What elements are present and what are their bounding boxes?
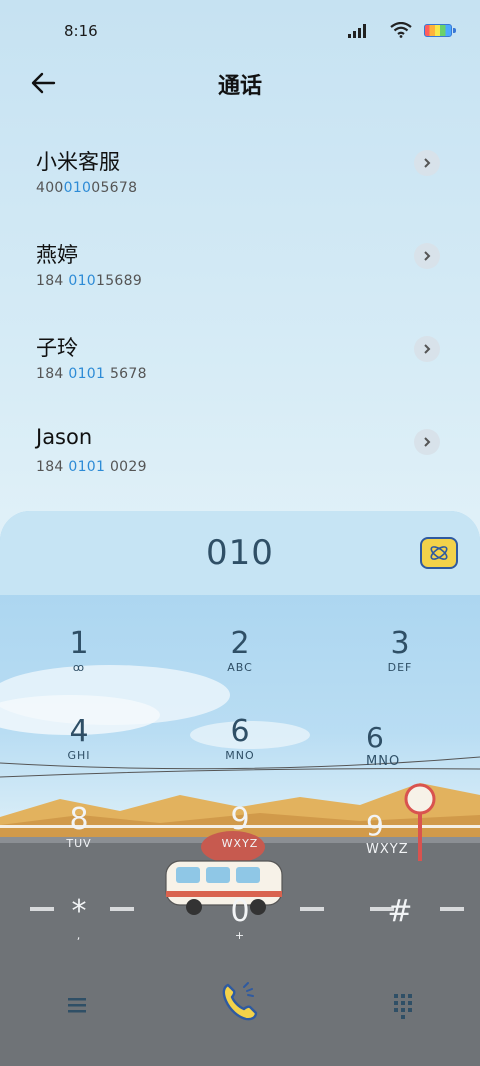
contact-row[interactable]: 子玲 184 0101 5678 — [0, 312, 480, 405]
contact-row[interactable]: 燕婷 184 01015689 — [0, 219, 480, 312]
contact-list: 小米客服 40001005678 燕婷 184 01015689 子玲 184 … — [0, 126, 480, 498]
contact-number: 184 0101 5678 — [36, 366, 147, 382]
contact-row[interactable]: 小米客服 40001005678 — [0, 126, 480, 219]
video-call-icon[interactable] — [420, 537, 458, 569]
dial-key-1[interactable]: 1 ꝏ — [19, 627, 139, 707]
status-bar: 8:16 — [0, 0, 480, 60]
keypad-icon[interactable] — [388, 990, 418, 1020]
key-digit: 4 — [69, 714, 89, 749]
key-letters: GHI — [67, 749, 91, 762]
key-digit: * — [71, 894, 87, 929]
dial-key-9[interactable]: 9 WXYZ — [180, 803, 300, 883]
key-letters: MNO — [225, 749, 255, 762]
chevron-right-icon[interactable] — [414, 429, 440, 455]
key-digit: 3 — [390, 626, 410, 661]
battery-icon — [424, 24, 456, 37]
key-digit: 6 — [366, 721, 384, 754]
menu-icon[interactable] — [62, 990, 92, 1020]
contact-name: 燕婷 — [36, 243, 78, 267]
contact-number: 184 01015689 — [36, 273, 143, 289]
contact-row[interactable]: Jason 184 0101 0029 — [0, 405, 480, 498]
key-letters: + — [234, 929, 246, 942]
dialed-number[interactable]: 010 — [0, 533, 480, 573]
call-button-icon[interactable] — [214, 975, 266, 1027]
contact-name: Jason — [36, 425, 93, 449]
header: 通话 — [0, 60, 480, 106]
key-letters: ꝏ — [72, 661, 86, 674]
lane-mark — [300, 907, 324, 911]
chevron-right-icon[interactable] — [414, 150, 440, 176]
key-digit: 2 — [230, 626, 250, 661]
key-digit: 9 — [366, 809, 384, 842]
contact-name: 小米客服 — [36, 150, 120, 174]
dial-key-5[interactable]: 6 MNO — [180, 715, 300, 795]
status-time: 8:16 — [64, 22, 98, 40]
dial-key-2[interactable]: 2 ABC — [180, 627, 300, 707]
key-digit: 9 — [230, 802, 250, 837]
dial-key-9-side[interactable]: 9 WXYZ — [366, 809, 409, 857]
key-letters: , — [76, 929, 82, 942]
dial-key-8[interactable]: 8 TUV — [19, 803, 139, 883]
contact-number: 184 0101 0029 — [36, 459, 147, 475]
contact-number: 40001005678 — [36, 180, 138, 196]
key-letters: WXYZ — [221, 837, 259, 850]
dial-key-6[interactable]: 6 MNO — [366, 721, 400, 769]
key-digit: 1 — [69, 626, 89, 661]
dial-key-3[interactable]: 3 DEF — [340, 627, 460, 707]
key-digit: 0 — [230, 894, 250, 929]
key-letters: ABC — [227, 661, 253, 674]
key-letters: DEF — [387, 661, 413, 674]
key-letters: MNO — [366, 754, 401, 769]
key-digit: 6 — [230, 714, 250, 749]
chevron-right-icon[interactable] — [414, 336, 440, 362]
bottom-actions — [0, 960, 480, 1066]
key-digit: 8 — [69, 802, 89, 837]
dial-key-4[interactable]: 4 GHI — [19, 715, 139, 795]
chevron-right-icon[interactable] — [414, 243, 440, 269]
wifi-icon — [390, 22, 412, 38]
key-letters: WXYZ — [366, 842, 409, 857]
key-digit: # — [387, 894, 413, 929]
dial-display: 010 — [0, 511, 480, 595]
signal-icon — [348, 24, 366, 38]
page-title: 通话 — [217, 74, 262, 99]
key-letters: TUV — [66, 837, 92, 850]
contact-name: 子玲 — [36, 336, 78, 360]
